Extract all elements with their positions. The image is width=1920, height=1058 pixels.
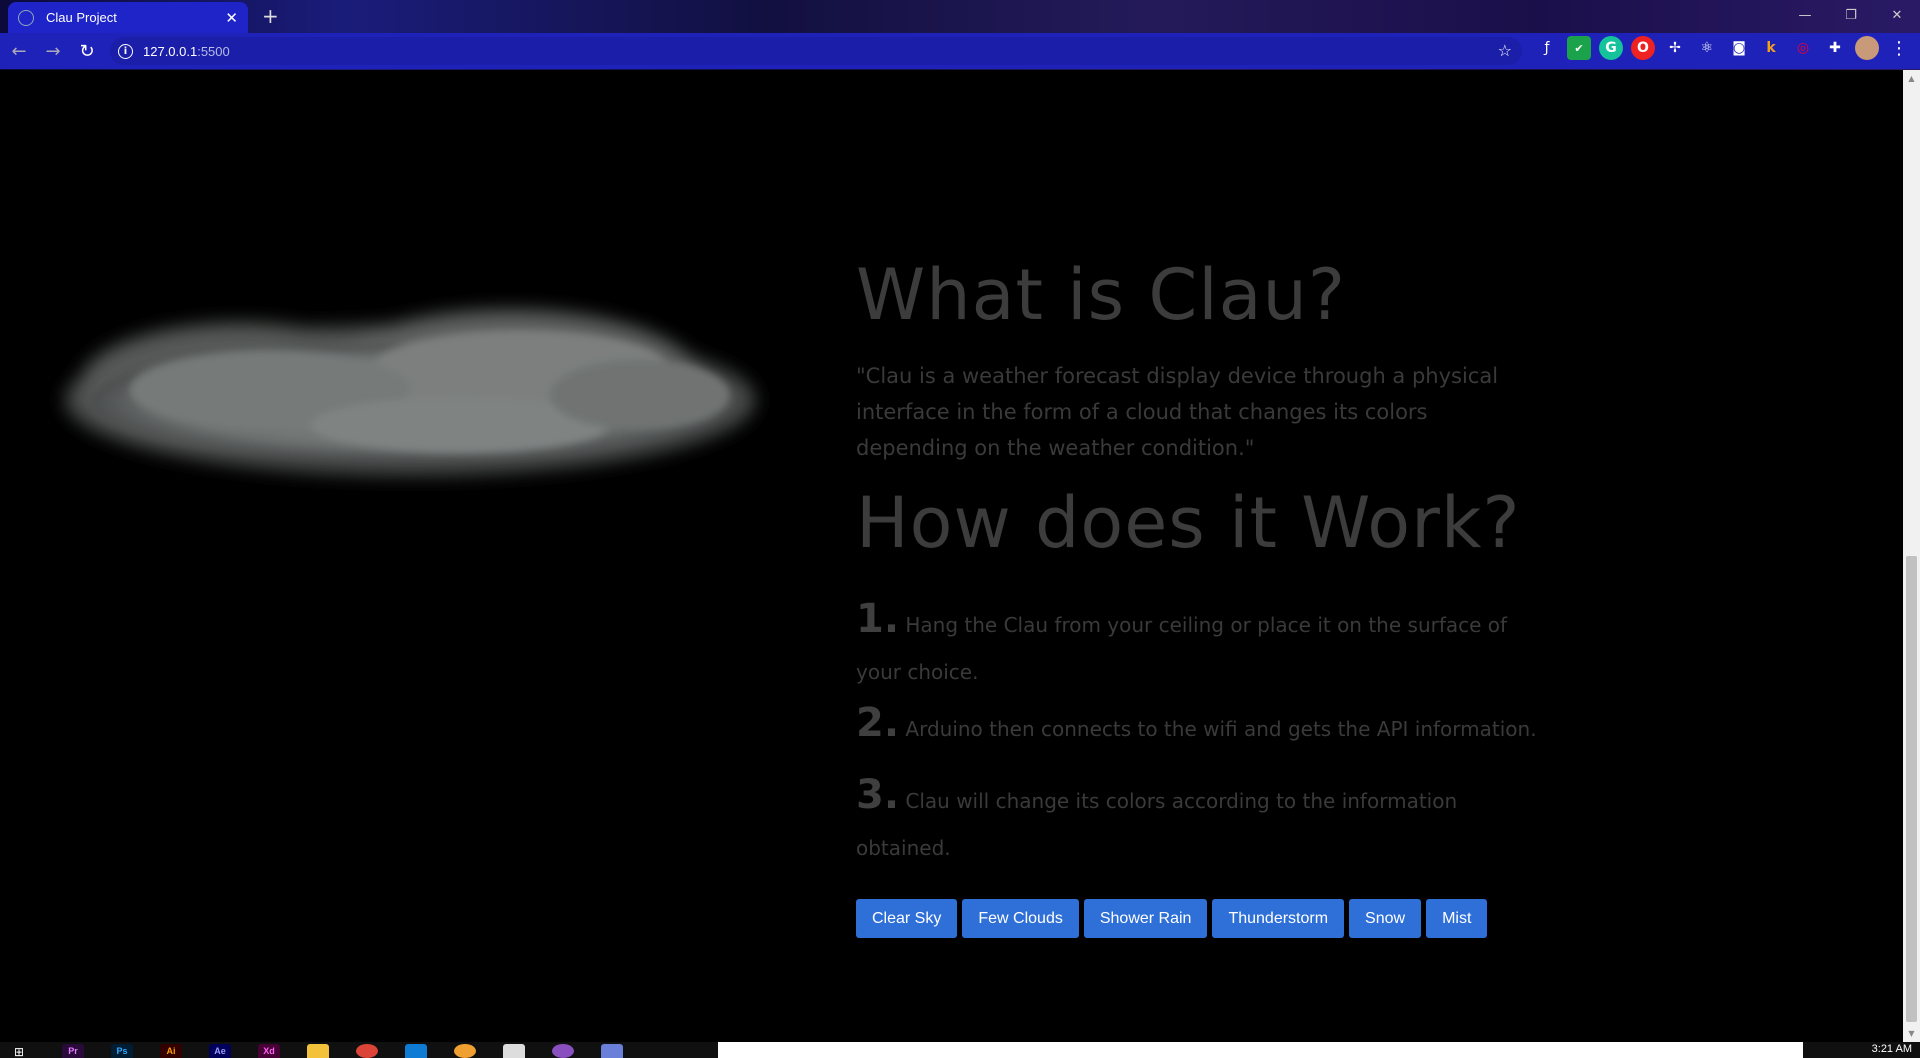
browser-toolbar: ← → ↻ i 127.0.0.1 :5500 ☆ ƒ ✔ G O ✢ ⚛ ◙ … xyxy=(0,33,1920,69)
restore-button[interactable]: ❐ xyxy=(1828,0,1874,30)
scroll-up-icon[interactable]: ▲ xyxy=(1903,70,1920,87)
tab-strip: Clau Project ✕ + — ❐ ✕ xyxy=(0,0,1920,33)
scroll-down-icon[interactable]: ▼ xyxy=(1903,1025,1920,1042)
app-icon[interactable] xyxy=(552,1044,574,1058)
chrome-icon[interactable] xyxy=(356,1044,378,1058)
shower-rain-button[interactable]: Shower Rain xyxy=(1083,899,1208,938)
photoshop-app-icon[interactable]: Ps xyxy=(111,1044,133,1058)
step-text: Arduino then connects to the wifi and ge… xyxy=(905,717,1537,741)
forward-button[interactable]: → xyxy=(38,36,68,66)
step-number: 2. xyxy=(856,700,900,746)
system-clock: 3:21 AM xyxy=(1871,1043,1912,1055)
what-is-heading: What is Clau? xyxy=(856,254,1347,336)
close-window-button[interactable]: ✕ xyxy=(1874,0,1920,30)
new-tab-button[interactable]: + xyxy=(262,4,279,28)
camera-icon[interactable]: ◙ xyxy=(1727,36,1751,60)
xd-app-icon[interactable]: Xd xyxy=(258,1044,280,1058)
weather-button-group: Clear Sky Few Clouds Shower Rain Thunder… xyxy=(856,899,1488,938)
reload-button[interactable]: ↻ xyxy=(72,36,102,66)
address-bar[interactable]: i 127.0.0.1 :5500 ☆ xyxy=(110,37,1522,65)
shield-extension-icon[interactable]: ✔ xyxy=(1567,36,1591,60)
keepa-icon[interactable]: k xyxy=(1759,36,1783,60)
app-icon[interactable] xyxy=(601,1044,623,1058)
bookmark-star-icon[interactable]: ☆ xyxy=(1498,41,1512,60)
app-icon[interactable] xyxy=(454,1044,476,1058)
scrollbar-thumb[interactable] xyxy=(1906,556,1917,1022)
step-item: 2. Arduino then connects to the wifi and… xyxy=(856,700,1546,753)
react-devtools-icon[interactable]: ⚛ xyxy=(1695,36,1719,60)
page-content: What is Clau? "Clau is a weather forecas… xyxy=(0,70,1903,1042)
step-number: 3. xyxy=(856,772,900,818)
target-extension-icon[interactable]: ◎ xyxy=(1791,36,1815,60)
mist-button[interactable]: Mist xyxy=(1426,899,1488,938)
opera-extension-icon[interactable]: O xyxy=(1631,36,1655,60)
thunderstorm-button[interactable]: Thunderstorm xyxy=(1212,899,1345,938)
clear-sky-button[interactable]: Clear Sky xyxy=(856,899,958,938)
premiere-app-icon[interactable]: Pr xyxy=(62,1044,84,1058)
snow-button[interactable]: Snow xyxy=(1349,899,1422,938)
profile-avatar[interactable] xyxy=(1855,36,1879,60)
os-taskbar: ⊞ Pr Ps Ai Ae Xd 3:21 AM xyxy=(0,1042,1920,1058)
few-clouds-button[interactable]: Few Clouds xyxy=(962,899,1079,938)
cloud-image xyxy=(65,310,755,475)
window-controls: — ❐ ✕ xyxy=(1782,0,1920,30)
back-button[interactable]: ← xyxy=(4,36,34,66)
vscode-icon[interactable] xyxy=(405,1044,427,1058)
description-text: "Clau is a weather forecast display devi… xyxy=(856,364,1499,460)
step-item: 1. Hang the Clau from your ceiling or pl… xyxy=(856,596,1546,696)
calculator-icon[interactable] xyxy=(503,1044,525,1058)
windows-start-icon[interactable]: ⊞ xyxy=(14,1045,30,1058)
tab-title: Clau Project xyxy=(46,10,117,25)
browser-chrome: Clau Project ✕ + — ❐ ✕ ← → ↻ i 127.0.0.1… xyxy=(0,0,1920,70)
step-number: 1. xyxy=(856,596,900,642)
folder-icon[interactable] xyxy=(307,1044,329,1058)
step-text: Clau will change its colors according to… xyxy=(856,789,1458,860)
browser-tab-active[interactable]: Clau Project ✕ xyxy=(8,2,248,33)
close-tab-icon[interactable]: ✕ xyxy=(225,9,238,27)
illustrator-app-icon[interactable]: Ai xyxy=(160,1044,182,1058)
vertical-scrollbar[interactable]: ▲ ▼ xyxy=(1903,70,1920,1042)
info-icon[interactable]: i xyxy=(118,43,133,59)
step-item: 3. Clau will change its colors according… xyxy=(856,772,1546,872)
taskbar-search-area[interactable] xyxy=(718,1042,1803,1058)
kebab-menu-icon[interactable]: ⋮ xyxy=(1887,36,1911,60)
globe-icon xyxy=(18,9,34,26)
minimize-button[interactable]: — xyxy=(1782,0,1828,30)
url-host: 127.0.0.1 xyxy=(143,43,198,59)
script-extension-icon[interactable]: ƒ xyxy=(1535,36,1559,60)
step-text: Hang the Clau from your ceiling or place… xyxy=(856,613,1508,684)
how-it-works-heading: How does it Work? xyxy=(856,482,1521,564)
extension-icon[interactable]: ✢ xyxy=(1663,36,1687,60)
after-effects-app-icon[interactable]: Ae xyxy=(209,1044,231,1058)
extensions-bar: ƒ ✔ G O ✢ ⚛ ◙ k ◎ ✚ ⋮ xyxy=(1535,36,1911,60)
puzzle-icon[interactable]: ✚ xyxy=(1823,36,1847,60)
url-port: :5500 xyxy=(197,43,230,59)
grammarly-icon[interactable]: G xyxy=(1599,36,1623,60)
